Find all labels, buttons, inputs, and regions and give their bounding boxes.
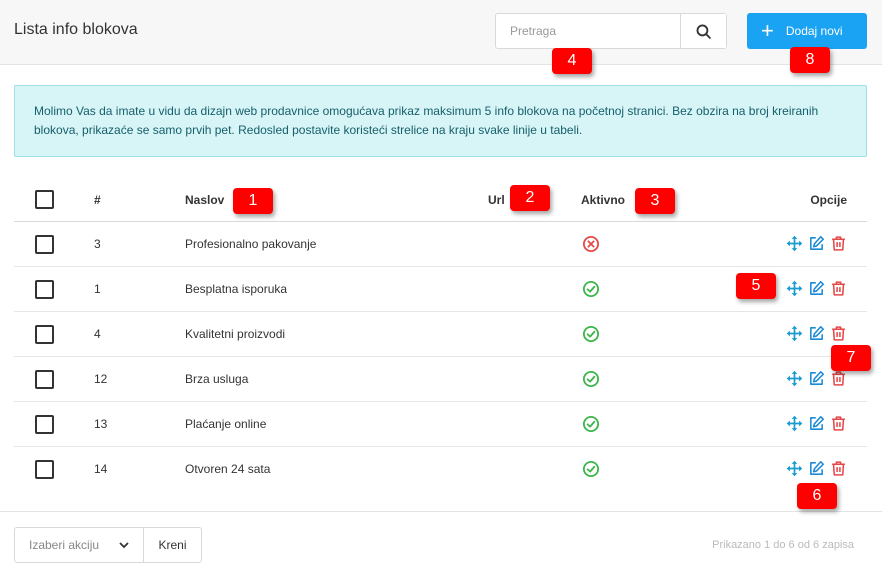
move-icon[interactable] — [786, 460, 803, 477]
edit-icon[interactable] — [808, 325, 825, 342]
trash-icon[interactable] — [830, 325, 847, 342]
annotation-marker: 8 — [790, 47, 830, 73]
row-title: Besplatna isporuka — [185, 282, 288, 296]
row-title: Brza usluga — [185, 372, 249, 386]
row-options — [786, 415, 847, 432]
search-icon — [696, 24, 711, 39]
apply-action-button[interactable]: Kreni — [143, 527, 202, 563]
row-title: Plaćanje online — [185, 417, 267, 431]
check-circle-icon[interactable] — [582, 280, 600, 298]
footer-divider — [0, 511, 882, 512]
row-options — [786, 325, 847, 342]
edit-icon[interactable] — [808, 460, 825, 477]
check-circle-icon[interactable] — [582, 325, 600, 343]
row-options — [786, 370, 847, 387]
row-number: 13 — [94, 417, 108, 431]
row-number: 3 — [94, 237, 101, 251]
select-all-checkbox[interactable] — [35, 190, 54, 209]
move-icon[interactable] — [786, 370, 803, 387]
column-header-active[interactable]: Aktivno — [581, 178, 625, 222]
column-header-num[interactable]: # — [94, 178, 101, 222]
annotation-marker: 2 — [510, 185, 550, 211]
table-row: 13 Plaćanje online — [14, 402, 867, 447]
plus-icon: + — [761, 18, 774, 43]
search-box — [495, 13, 727, 49]
check-circle-icon[interactable] — [582, 370, 600, 388]
row-options — [786, 280, 847, 297]
trash-icon[interactable] — [830, 280, 847, 297]
annotation-marker: 3 — [635, 188, 675, 214]
chevron-down-icon — [119, 542, 129, 549]
search-button[interactable] — [680, 14, 726, 48]
paging-info: Prikazano 1 do 6 od 6 zapisa — [712, 539, 854, 551]
row-options — [786, 460, 847, 477]
add-new-button[interactable]: + Dodaj novi — [747, 13, 867, 49]
search-input[interactable] — [496, 14, 680, 48]
x-circle-icon[interactable] — [582, 235, 600, 253]
column-header-options: Opcije — [810, 193, 847, 207]
annotation-marker: 4 — [552, 48, 592, 74]
bulk-action-placeholder: Izaberi akciju — [29, 538, 100, 552]
trash-icon[interactable] — [830, 415, 847, 432]
row-number: 1 — [94, 282, 101, 296]
bulk-action-select[interactable]: Izaberi akciju — [14, 527, 144, 563]
row-title: Kvalitetni proizvodi — [185, 327, 286, 341]
annotation-marker: 5 — [736, 273, 776, 299]
row-options — [786, 235, 847, 252]
check-circle-icon[interactable] — [582, 460, 600, 478]
row-checkbox[interactable] — [35, 235, 54, 254]
page-title: Lista info blokova — [14, 21, 138, 38]
info-blocks-table: # Naslov Url Aktivno Opcije 3 Profesional… — [14, 178, 867, 492]
table-row: 3 Profesionalno pakovanje — [14, 222, 867, 267]
move-icon[interactable] — [786, 235, 803, 252]
row-title: Profesionalno pakovanje — [185, 237, 317, 251]
edit-icon[interactable] — [808, 280, 825, 297]
row-checkbox[interactable] — [35, 370, 54, 389]
edit-icon[interactable] — [808, 415, 825, 432]
page-header: Lista info blokova + Dodaj novi — [0, 0, 882, 65]
trash-icon[interactable] — [830, 370, 847, 387]
row-number: 14 — [94, 462, 108, 476]
edit-icon[interactable] — [808, 235, 825, 252]
row-checkbox[interactable] — [35, 415, 54, 434]
edit-icon[interactable] — [808, 370, 825, 387]
move-icon[interactable] — [786, 415, 803, 432]
table-body: 3 Profesionalno pakovanje 1 Besplatna ispor… — [14, 222, 867, 492]
move-icon[interactable] — [786, 280, 803, 297]
add-new-label: Dodaj novi — [785, 24, 843, 38]
trash-icon[interactable] — [830, 235, 847, 252]
column-header-title[interactable]: Naslov — [185, 178, 224, 222]
annotation-marker: 1 — [233, 188, 273, 214]
annotation-marker: 6 — [797, 483, 837, 509]
info-alert: Molimo Vas da imate u vidu da dizajn web… — [14, 85, 867, 157]
table-row: 14 Otvoren 24 sata — [14, 447, 867, 492]
row-checkbox[interactable] — [35, 280, 54, 299]
table-row: 12 Brza usluga — [14, 357, 867, 402]
column-header-url[interactable]: Url — [488, 178, 505, 222]
row-number: 4 — [94, 327, 101, 341]
table-header: # Naslov Url Aktivno Opcije — [14, 178, 867, 222]
annotation-marker: 7 — [831, 345, 871, 371]
row-checkbox[interactable] — [35, 325, 54, 344]
trash-icon[interactable] — [830, 460, 847, 477]
row-checkbox[interactable] — [35, 460, 54, 479]
check-circle-icon[interactable] — [582, 415, 600, 433]
row-number: 12 — [94, 372, 108, 386]
table-row: 4 Kvalitetni proizvodi — [14, 312, 867, 357]
row-title: Otvoren 24 sata — [185, 462, 271, 476]
move-icon[interactable] — [786, 325, 803, 342]
